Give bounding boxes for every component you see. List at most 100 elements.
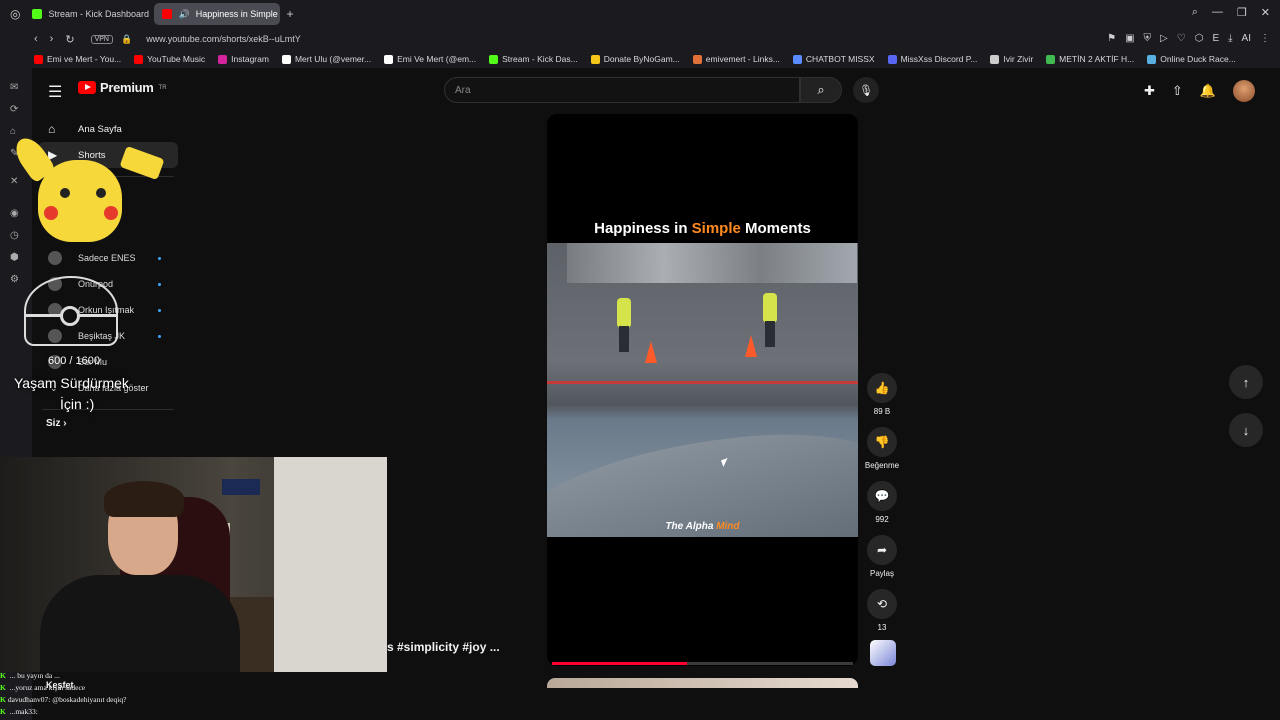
arrow-down-icon: ↓ xyxy=(1242,422,1250,438)
pikachu-overlay xyxy=(9,132,165,266)
tab-kick-dashboard[interactable]: Stream - Kick Dashboard xyxy=(24,3,150,25)
forward-icon[interactable]: › xyxy=(50,33,54,46)
pokeball-icon xyxy=(24,276,118,346)
bookmark-item[interactable]: Online Duck Race... xyxy=(1147,54,1236,64)
worker-right xyxy=(763,293,777,347)
pikachu-cheek xyxy=(104,206,118,220)
chat-username: davudhanv07: xyxy=(7,695,51,704)
bookmark-item[interactable]: emivemert - Links... xyxy=(692,54,780,64)
airplane-wing xyxy=(547,421,858,537)
extensions-icon[interactable]: ⬡ xyxy=(1195,33,1204,44)
back-icon[interactable]: ‹ xyxy=(34,33,38,46)
bookmark-item[interactable]: Emi Ve Mert (@em... xyxy=(384,54,476,64)
voice-search-button[interactable]: 🎙 xyxy=(853,77,879,103)
chat-overlay: K ... bu yayın da ... K ...yoruz ama kışı… xyxy=(0,670,380,718)
heart-icon[interactable]: ♡ xyxy=(1177,33,1186,44)
bookmark-item[interactable]: Ivir Zivir xyxy=(990,54,1033,64)
share-label: Paylaş xyxy=(869,569,894,578)
reload-icon[interactable]: ↻ xyxy=(65,33,74,46)
video-watermark: The Alpha Mind xyxy=(547,521,858,532)
upload-icon[interactable]: ⇧ xyxy=(1172,83,1183,99)
bookmark-item[interactable]: Mert Ulu (@vemer... xyxy=(281,54,371,64)
bookmark-favicon-icon xyxy=(218,54,228,64)
next-short-button[interactable]: ↓ xyxy=(1229,413,1263,447)
shorts-navigation: ↑ ↓ xyxy=(1229,365,1263,461)
bookmark-icon[interactable]: ⚑ xyxy=(1107,33,1116,44)
bookmark-favicon-icon xyxy=(990,54,1000,64)
bookmark-item[interactable]: YouTube Music xyxy=(134,54,205,64)
streamer-hair xyxy=(104,481,184,517)
hamburger-menu-icon[interactable]: ☰ xyxy=(48,82,62,102)
bookmark-item[interactable]: Stream - Kick Das... xyxy=(489,54,578,64)
url-field[interactable]: www.youtube.com/shorts/xekB--uLmtY xyxy=(146,34,301,44)
video-progress-bar[interactable] xyxy=(552,662,853,665)
snapshot-icon[interactable]: ▣ xyxy=(1125,33,1134,44)
chat-message: Kdavudhanv07: @boskadehiyanıt deqiq? xyxy=(0,694,380,706)
pikachu-eye xyxy=(96,188,106,198)
minimize-icon[interactable]: — xyxy=(1212,6,1223,19)
ai-icon[interactable]: AI xyxy=(1242,33,1251,44)
bookmark-item[interactable]: Instagram xyxy=(218,54,269,64)
comments-button[interactable]: 💬 992 xyxy=(864,481,900,524)
arrow-up-icon: ↑ xyxy=(1242,374,1250,390)
messenger-icon[interactable]: ✉ xyxy=(10,82,18,93)
you-section-header[interactable]: Siz › xyxy=(32,418,184,429)
settings-icon[interactable]: ⚙ xyxy=(10,274,19,285)
youtube-play-icon xyxy=(78,81,96,94)
vpn-badge[interactable]: VPN xyxy=(90,34,113,44)
comment-icon: 💬 xyxy=(867,481,897,511)
short-actions: 👍 89 B 👎 Beğenme 💬 992 ➦ Paylaş ⟲ 13 xyxy=(864,373,900,643)
bookmark-favicon-icon xyxy=(1147,54,1157,64)
lock-icon: 🔒 xyxy=(120,33,133,44)
bookmark-favicon-icon xyxy=(489,54,499,64)
bookmark-favicon-icon xyxy=(692,54,702,64)
dislike-label: Beğenme xyxy=(864,461,900,470)
chat-text: @boskadehiyanıt deqiq? xyxy=(52,695,127,704)
comment-count: 992 xyxy=(875,515,889,524)
menu-icon[interactable]: ⋮ xyxy=(1260,33,1270,44)
remix-icon: ⟲ xyxy=(867,589,897,619)
browser-menu-icon[interactable]: ◎ xyxy=(10,7,20,21)
title-part: Happiness in xyxy=(594,220,692,237)
history-icon[interactable]: ⟳ xyxy=(10,104,18,115)
bookmark-item[interactable]: Emi ve Mert - You... xyxy=(34,54,121,64)
play-icon[interactable]: ▷ xyxy=(1160,33,1168,44)
chat-text: ... bu yayın da ... xyxy=(9,671,60,680)
bookmark-item[interactable]: CHATBOT MISSX xyxy=(792,54,875,64)
address-bar: ‹ › ↻ VPN 🔒 www.youtube.com/shorts/xekB-… xyxy=(0,28,1280,50)
shield-icon[interactable]: ⛨ xyxy=(1144,33,1152,44)
background-door xyxy=(274,457,387,672)
next-short-preview[interactable] xyxy=(547,678,858,688)
masthead-actions: ✚ ⇧ 🔔 xyxy=(1144,80,1255,102)
remix-button[interactable]: ⟲ 13 xyxy=(864,589,900,632)
sound-channel-thumbnail[interactable] xyxy=(870,640,896,666)
short-hashtags[interactable]: s #simplicity #joy ... xyxy=(387,640,500,654)
pikachu-tail xyxy=(119,145,165,181)
youtube-icon xyxy=(162,9,173,19)
close-icon[interactable]: ✕ xyxy=(1261,6,1270,19)
youtube-premium-logo[interactable]: Premium TR xyxy=(78,80,167,95)
avatar[interactable] xyxy=(1233,80,1255,102)
restore-icon[interactable]: ❐ xyxy=(1237,6,1247,19)
kick-badge-icon: K xyxy=(0,683,6,692)
chat-message: K ...mak33: xyxy=(0,706,380,718)
previous-short-button[interactable]: ↑ xyxy=(1229,365,1263,399)
notifications-bell-icon[interactable]: 🔔 xyxy=(1200,83,1216,99)
bookmark-item[interactable]: Donate ByNoGam... xyxy=(590,54,680,64)
new-tab-button[interactable]: + xyxy=(286,7,293,21)
bookmark-item[interactable]: METİN 2 AKTİF H... xyxy=(1046,54,1134,64)
share-button[interactable]: ➦ Paylaş xyxy=(864,535,900,578)
profile-icon[interactable]: E xyxy=(1212,33,1219,44)
search-tabs-icon[interactable]: ⌕ xyxy=(1192,6,1198,19)
create-icon[interactable]: ✚ xyxy=(1144,83,1155,99)
bookmarks-bar: Emi ve Mert - You... YouTube Music Instagr… xyxy=(0,50,1280,68)
search-button[interactable]: ⌕ xyxy=(800,77,842,103)
tab-youtube-short[interactable]: 🔊 Happiness in Simple M xyxy=(154,3,281,25)
bookmark-item[interactable]: MissXss Discord P... xyxy=(887,54,977,64)
like-button[interactable]: 👍 89 B xyxy=(864,373,900,416)
shorts-player[interactable]: Happiness in Simple Moments The Alpha Mi… xyxy=(547,114,858,666)
dislike-button[interactable]: 👎 Beğenme xyxy=(864,427,900,470)
worker-left xyxy=(617,298,631,352)
search-input[interactable]: Ara xyxy=(444,77,800,103)
download-icon[interactable]: ⤓ xyxy=(1228,33,1232,44)
